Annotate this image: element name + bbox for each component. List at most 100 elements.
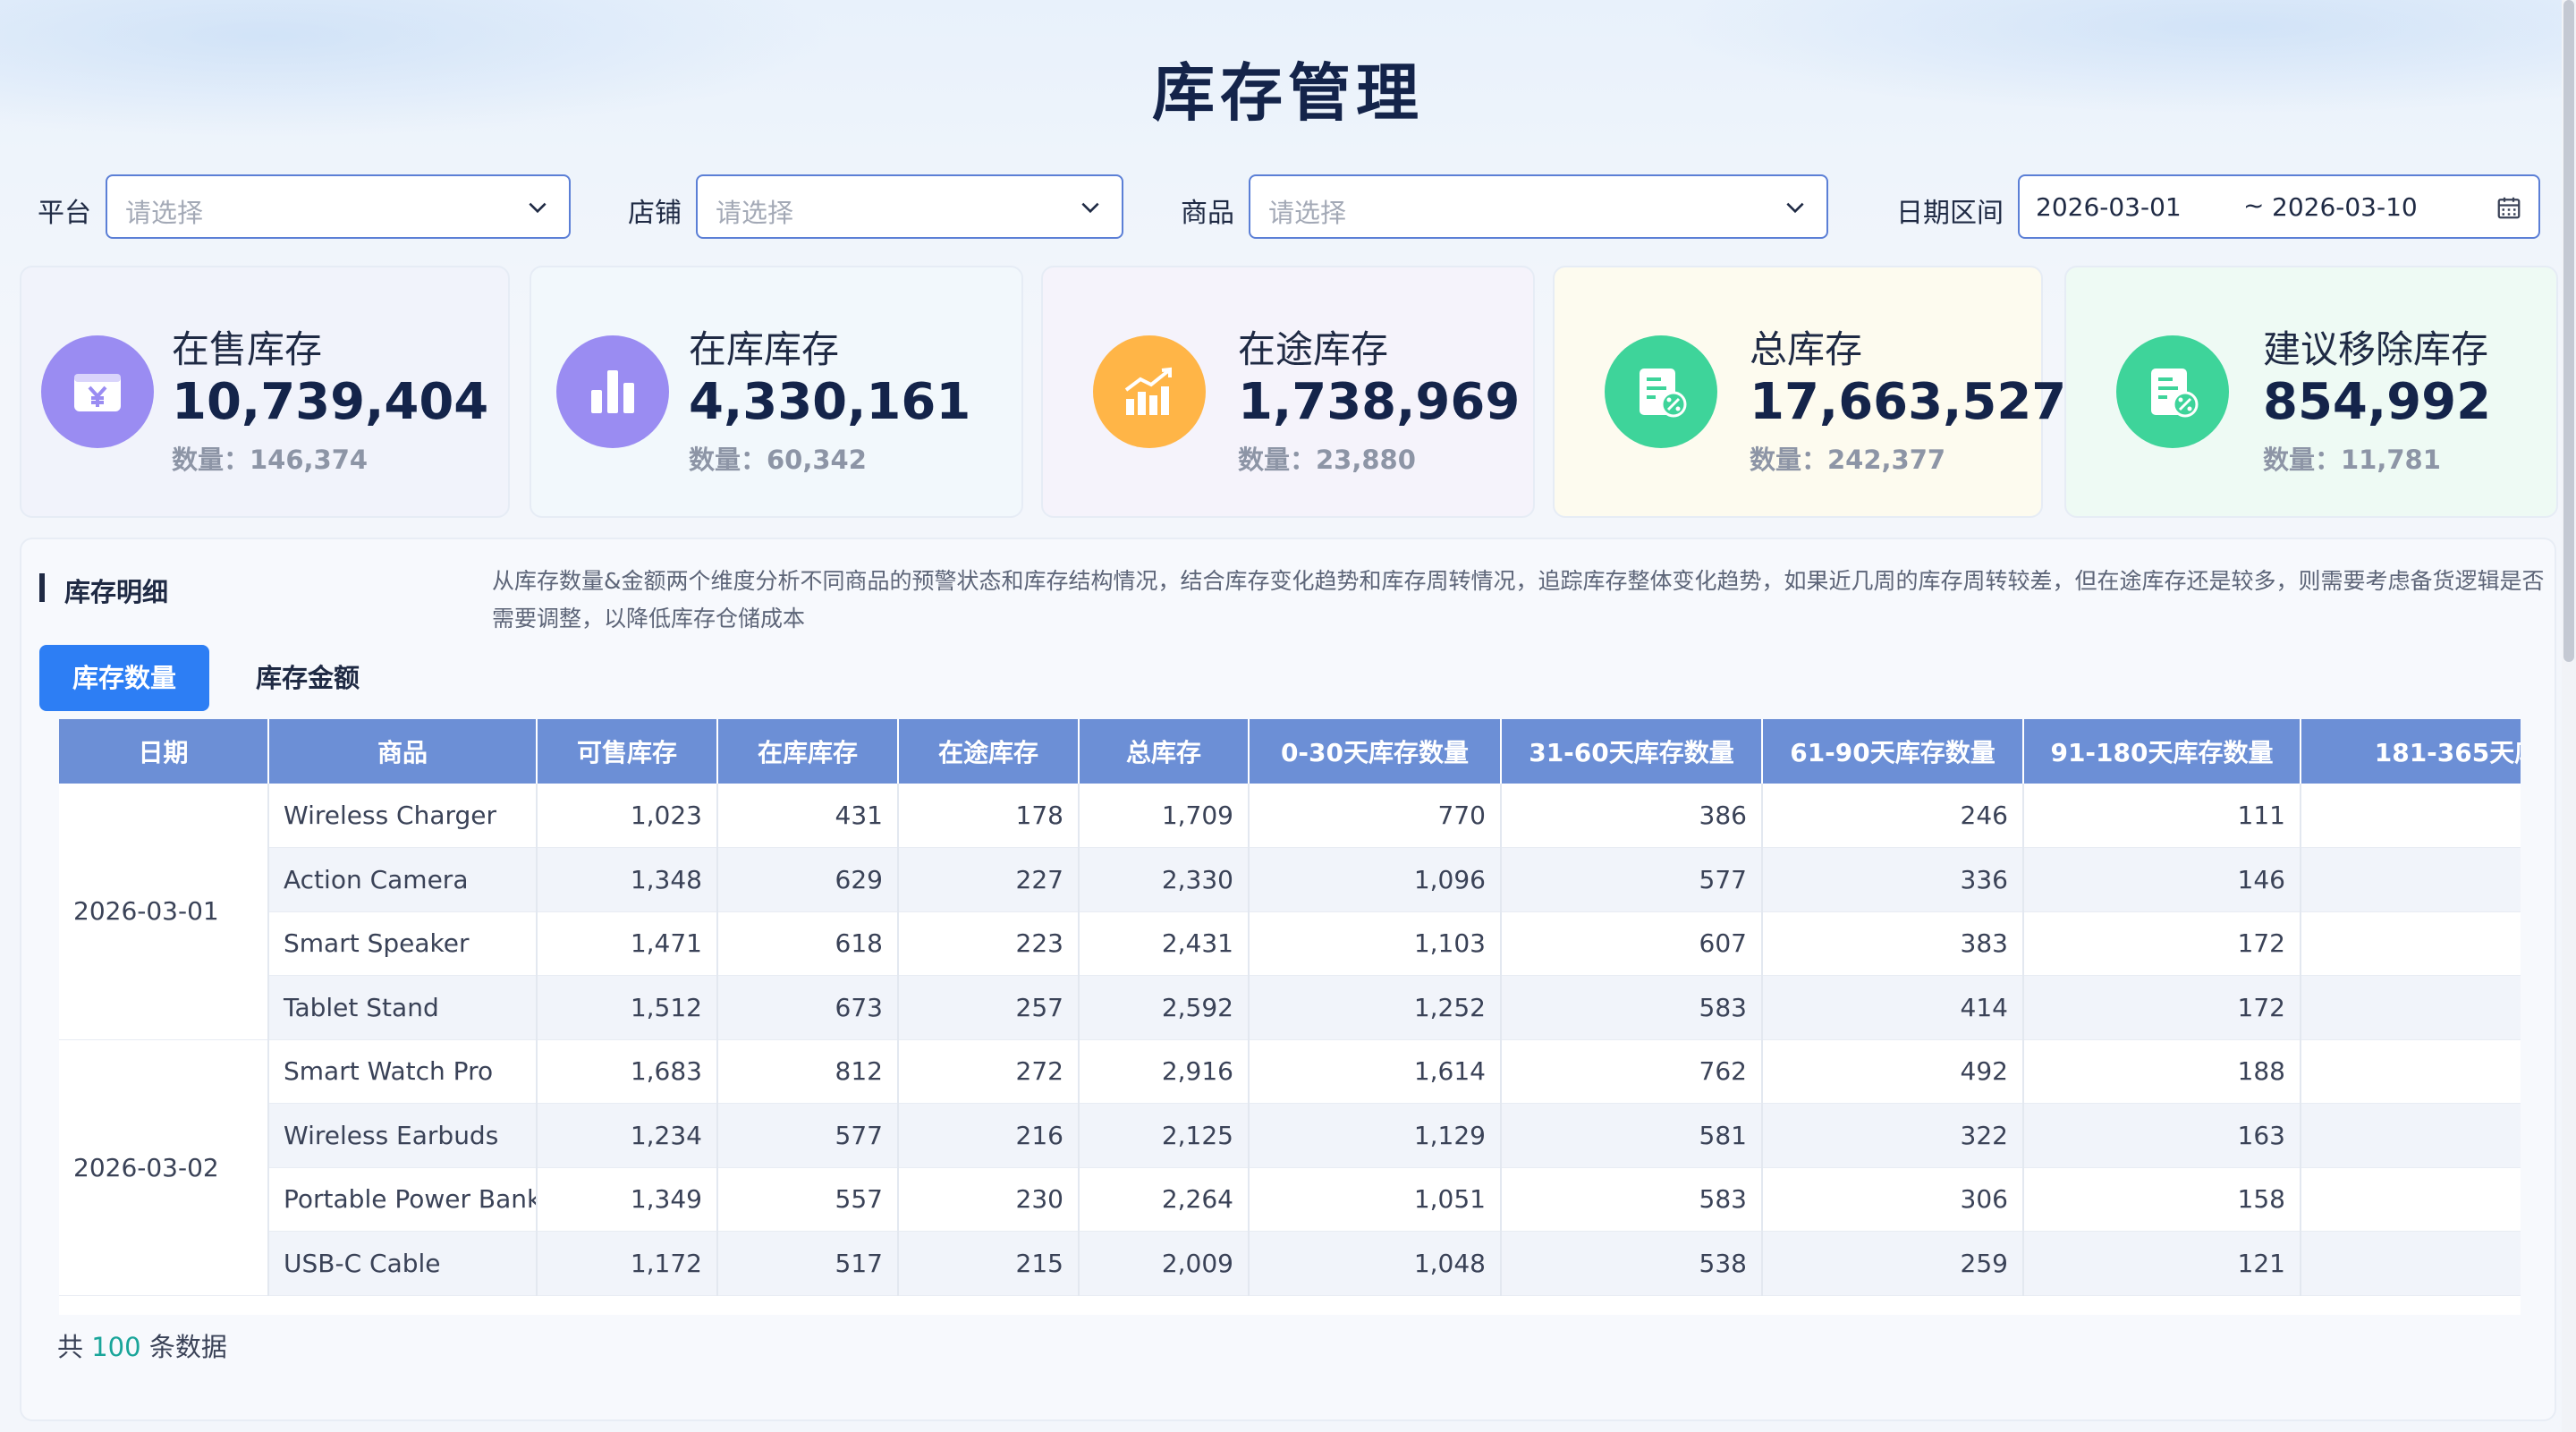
column-header[interactable]: 91-180天库存数量 [2023,719,2301,784]
column-header[interactable]: 181-365天库存数量 [2301,719,2521,784]
value-cell [2301,1039,2521,1104]
value-cell: 1,349 [537,1167,718,1232]
column-header[interactable]: 商品 [268,719,538,784]
date-range-picker[interactable]: 2026-03-01 ~ 2026-03-10 [2018,174,2540,239]
total-prefix: 共 [57,1332,84,1362]
value-cell: 322 [1762,1103,2024,1168]
value-cell: 581 [1501,1103,1763,1168]
stat-value: 10,739,404 [172,373,489,431]
chevron-down-icon [529,202,547,214]
value-cell: 188 [2023,1039,2301,1104]
value-cell: 557 [717,1167,899,1232]
value-cell: 1,683 [537,1039,718,1104]
scrollbar-thumb[interactable] [2563,0,2574,662]
value-cell: 227 [898,847,1080,912]
trend-up-icon [1093,335,1206,448]
store-label: 店铺 [628,198,682,229]
value-cell: 146 [2023,847,2301,912]
inventory-table: 日期 商品 可售库存 在库库存 在途库存 总库存 0-30天库存数量 31-60天库存数量 61… [59,719,2521,1315]
stat-count: 数量：60,342 [689,445,867,475]
value-cell [2301,784,2521,848]
bar-chart-icon [556,335,669,448]
column-header[interactable]: 31-60天库存数量 [1501,719,1763,784]
column-header[interactable]: 在途库存 [898,719,1080,784]
platform-select[interactable]: 请选择 [106,174,571,239]
value-cell: 431 [717,784,899,848]
table-header: 日期 商品 可售库存 在库库存 在途库存 总库存 0-30天库存数量 31-60天库存数量 61… [59,719,2521,784]
tab-amount[interactable]: 库存金额 [227,645,388,711]
stat-count: 数量：23,880 [1238,445,1416,475]
value-cell: 163 [2023,1103,2301,1168]
column-header[interactable]: 在库库存 [717,719,899,784]
tab-quantity[interactable]: 库存数量 [39,645,209,711]
value-cell [2301,1103,2521,1168]
value-cell [2301,847,2521,912]
value-cell [2301,1167,2521,1232]
table-row: Portable Power Bank 1,349 557 230 2,264 1,051… [59,1167,2521,1232]
product-cell: Smart Watch Pro [268,1039,538,1104]
value-cell: 257 [898,975,1080,1040]
value-cell: 517 [717,1231,899,1296]
date-start[interactable]: 2026-03-01 [2036,192,2182,222]
document-percent-icon [2116,335,2229,448]
stat-title: 在库库存 [689,327,840,371]
value-cell: 386 [1501,784,1763,848]
value-cell: 272 [898,1039,1080,1104]
product-select[interactable]: 请选择 [1249,174,1828,239]
value-cell: 1,023 [537,784,718,848]
value-cell: 2,431 [1079,911,1250,976]
value-cell: 762 [1501,1039,1763,1104]
value-cell: 770 [1249,784,1502,848]
value-cell: 583 [1501,1167,1763,1232]
column-header[interactable]: 0-30天库存数量 [1249,719,1502,784]
value-cell: 1,051 [1249,1167,1502,1232]
value-cell: 1,614 [1249,1039,1502,1104]
value-cell: 172 [2023,975,2301,1040]
value-cell: 158 [2023,1167,2301,1232]
value-cell: 1,234 [537,1103,718,1168]
value-cell: 1,048 [1249,1231,1502,1296]
product-cell: Smart Speaker [268,911,538,976]
stat-title: 建议移除库存 [2263,327,2489,371]
total-count: 共 100 条数据 [57,1326,227,1364]
product-cell: USB-C Cable [268,1231,538,1296]
value-cell: 583 [1501,975,1763,1040]
stat-card-in-transit: 在途库存 1,738,969 数量：23,880 [1041,266,1535,518]
value-cell: 178 [898,784,1080,848]
column-header[interactable]: 61-90天库存数量 [1762,719,2024,784]
column-header[interactable]: 日期 [59,719,269,784]
product-cell: Wireless Earbuds [268,1103,538,1168]
value-cell: 607 [1501,911,1763,976]
platform-label: 平台 [38,198,91,229]
store-select[interactable]: 请选择 [696,174,1123,239]
value-cell [2301,911,2521,976]
value-cell: 230 [898,1167,1080,1232]
value-cell: 306 [1762,1167,2024,1232]
value-cell: 1,709 [1079,784,1250,848]
value-cell: 336 [1762,847,2024,912]
value-cell: 492 [1762,1039,2024,1104]
table-row: Smart Speaker 1,471 618 223 2,431 1,103 607 383… [59,911,2521,976]
section-marker [39,573,45,602]
page-scrollbar[interactable] [2562,0,2576,1432]
column-header[interactable]: 总库存 [1079,719,1250,784]
value-cell: 1,348 [537,847,718,912]
value-cell: 223 [898,911,1080,976]
stat-card-on-sale: 在售库存 10,739,404 数量：146,374 [20,266,510,518]
column-header[interactable]: 可售库存 [537,719,718,784]
stat-count: 数量：11,781 [2263,445,2441,475]
stat-value: 17,663,527 [1750,373,2067,431]
value-cell: 414 [1762,975,2024,1040]
date-end[interactable]: 2026-03-10 [2272,192,2418,222]
table-row: Tablet Stand 1,512 673 257 2,592 1,252 583 414 1… [59,975,2521,1040]
value-cell: 1,103 [1249,911,1502,976]
value-cell: 172 [2023,911,2301,976]
product-cell: Tablet Stand [268,975,538,1040]
stat-card-removal: 建议移除库存 854,992 数量：11,781 [2064,266,2558,518]
inventory-detail-panel: 库存明细 从库存数量&金额两个维度分析不同商品的预警状态和库存结构情况，结合库存… [20,538,2556,1421]
value-cell: 812 [717,1039,899,1104]
value-cell: 538 [1501,1231,1763,1296]
value-cell: 1,512 [537,975,718,1040]
table-row: Action Camera 1,348 629 227 2,330 1,096 577 336… [59,847,2521,912]
product-cell: Action Camera [268,847,538,912]
